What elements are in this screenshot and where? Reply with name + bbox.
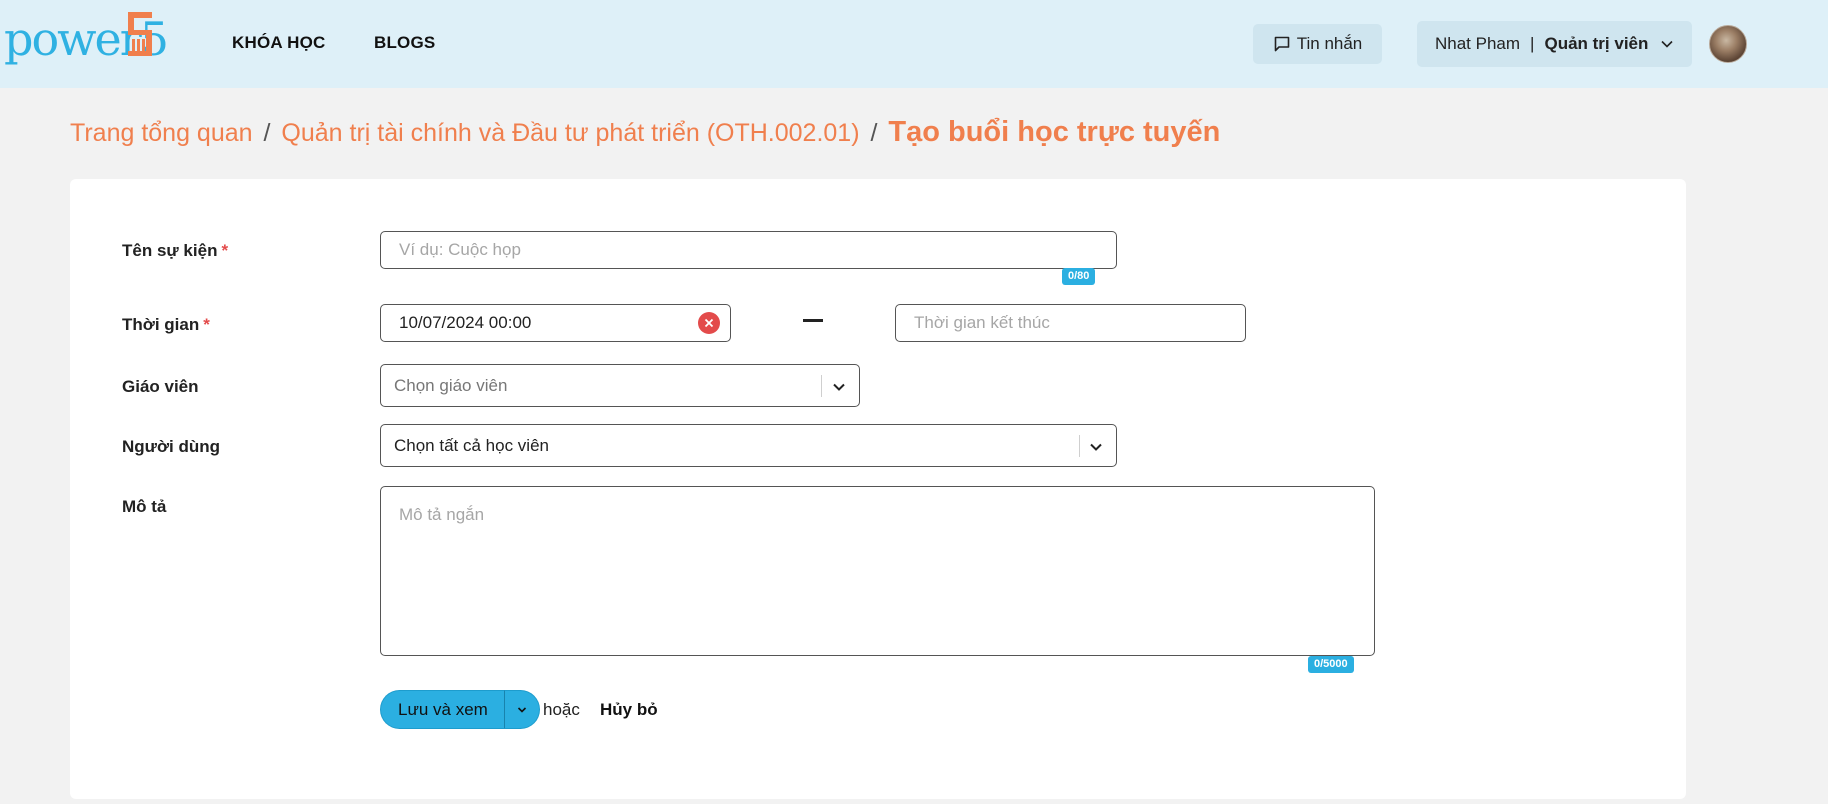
breadcrumb: Trang tổng quan / Quản trị tài chính và …: [70, 116, 1220, 149]
start-time-value: 10/07/2024 00:00: [399, 313, 532, 332]
chevron-down-icon: [1660, 37, 1674, 51]
user-separator: |: [1530, 34, 1535, 53]
chevron-down-icon[interactable]: [1086, 437, 1106, 457]
description-placeholder: Mô tả ngắn: [399, 505, 485, 524]
user-name: Nhat Pham: [1435, 34, 1521, 53]
breadcrumb-item-dashboard[interactable]: Trang tổng quan: [70, 119, 253, 147]
users-value: Chọn tất cả học viên: [394, 435, 549, 455]
description-counter: 0/5000: [1308, 656, 1354, 673]
or-text: hoặc: [543, 700, 580, 719]
logo[interactable]: power5: [4, 12, 169, 62]
teacher-select[interactable]: Chọn giáo viên: [380, 364, 860, 407]
breadcrumb-separator: /: [263, 119, 271, 147]
cancel-link[interactable]: Hủy bỏ: [600, 700, 658, 720]
end-time-placeholder: Thời gian kết thúc: [914, 313, 1050, 332]
logo-mark-icon: [128, 12, 152, 56]
event-name-label: Tên sự kiện *: [122, 241, 228, 261]
avatar[interactable]: [1709, 25, 1747, 63]
required-mark: *: [221, 241, 229, 260]
teacher-label: Giáo viên: [122, 377, 199, 396]
event-name-placeholder: Ví dụ: Cuộc họp: [399, 240, 521, 259]
page-title: Tạo buổi học trực tuyến: [888, 116, 1221, 148]
top-navbar: power5 KHÓA HỌC BLOGS Tin nhắn Nhat Pham…: [0, 0, 1828, 88]
required-mark: *: [203, 315, 210, 334]
time-label-text: Thời gian: [122, 315, 200, 334]
select-divider: [821, 375, 822, 397]
messages-button[interactable]: Tin nhắn: [1253, 24, 1382, 64]
users-label: Người dùng: [122, 437, 221, 456]
messages-label: Tin nhắn: [1296, 34, 1363, 53]
teacher-placeholder: Chọn giáo viên: [394, 375, 508, 395]
nav-blogs[interactable]: BLOGS: [374, 33, 435, 53]
breadcrumb-item-course[interactable]: Quản trị tài chính và Đầu tư phát triển …: [281, 119, 859, 147]
user-role: Quản trị viên: [1544, 34, 1649, 53]
description-textarea[interactable]: Mô tả ngắn: [380, 486, 1375, 656]
breadcrumb-separator: /: [870, 119, 878, 147]
select-divider: [1079, 435, 1080, 457]
save-and-view-button[interactable]: Lưu và xem: [380, 690, 504, 729]
chevron-down-icon: [517, 706, 526, 713]
event-name-label-text: Tên sự kiện: [122, 241, 218, 260]
user-menu[interactable]: Nhat Pham | Quản trị viên: [1417, 21, 1692, 67]
save-button-group: Lưu và xem: [380, 690, 540, 729]
start-time-input[interactable]: 10/07/2024 00:00: [380, 304, 731, 342]
end-time-input[interactable]: Thời gian kết thúc: [895, 304, 1246, 342]
event-name-counter: 0/80: [1062, 268, 1096, 285]
nav-courses[interactable]: KHÓA HỌC: [232, 33, 326, 53]
clear-icon[interactable]: [698, 312, 720, 334]
time-label: Thời gian *: [122, 315, 210, 335]
time-range-dash: [803, 319, 823, 322]
description-label: Mô tả: [122, 497, 167, 516]
users-select[interactable]: Chọn tất cả học viên: [380, 424, 1117, 467]
save-options-toggle[interactable]: [503, 690, 540, 729]
chat-bubble-icon: [1274, 36, 1290, 52]
event-name-input[interactable]: Ví dụ: Cuộc họp: [380, 231, 1117, 269]
chevron-down-icon[interactable]: [829, 377, 849, 397]
